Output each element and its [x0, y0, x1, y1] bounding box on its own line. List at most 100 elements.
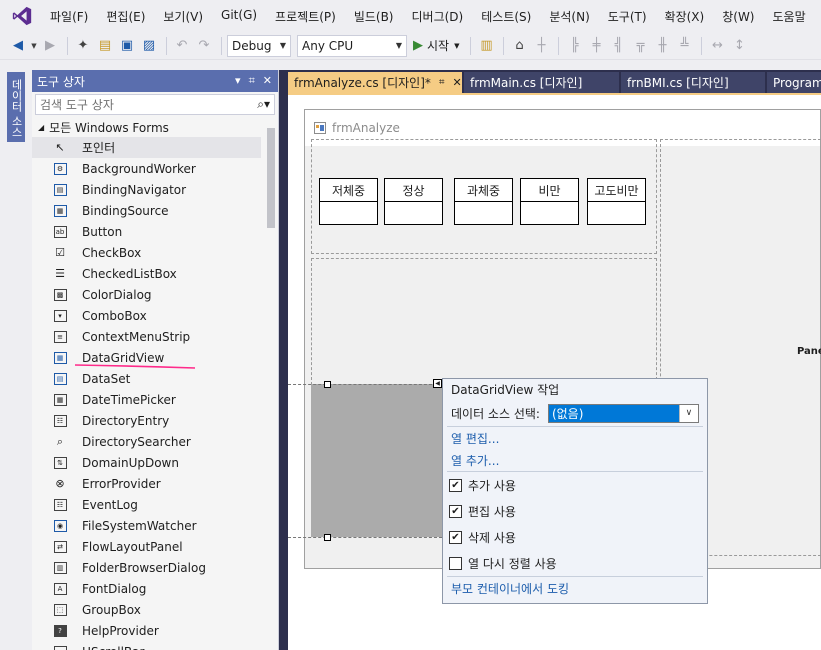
- toolbox-item-bindingsource[interactable]: ▦ BindingSource: [32, 200, 278, 221]
- menu-item[interactable]: 보기(V): [154, 8, 212, 25]
- document-tab[interactable]: frnBMI.cs [디자인]: [621, 72, 765, 93]
- close-icon[interactable]: ✕: [453, 76, 462, 89]
- same-height-icon[interactable]: ↕: [729, 36, 749, 56]
- toolbox-item-backgroundworker[interactable]: ⚙ BackgroundWorker: [32, 158, 278, 179]
- toolbox-item-contextmenustrip[interactable]: ≡ ContextMenuStrip: [32, 326, 278, 347]
- popup-option[interactable]: ✔ 삭제 사용: [443, 524, 707, 550]
- category-box[interactable]: 정상: [384, 178, 443, 225]
- toolbox-item-pointer[interactable]: ↖ 포인터: [32, 137, 261, 158]
- menu-item[interactable]: 창(W): [713, 8, 763, 25]
- document-tab[interactable]: Program.: [767, 72, 821, 93]
- start-button[interactable]: ▶ 시작 ▼: [413, 37, 459, 54]
- category-box[interactable]: 비만: [520, 178, 579, 225]
- category-box[interactable]: 고도비만: [587, 178, 646, 225]
- toolbox-scrollbar[interactable]: [265, 118, 277, 650]
- popup-option[interactable]: 열 다시 정렬 사용: [443, 550, 707, 576]
- resize-handle[interactable]: [324, 534, 331, 541]
- toolbox-item-flowlayoutpanel[interactable]: ⇄ FlowLayoutPanel: [32, 536, 278, 557]
- align-middle-icon[interactable]: ╫: [652, 36, 672, 56]
- window-position-icon[interactable]: ▾: [235, 74, 241, 88]
- menu-item[interactable]: 도움말: [764, 8, 815, 25]
- category-box[interactable]: 저체중: [319, 178, 378, 225]
- back-icon[interactable]: ◀: [8, 36, 28, 56]
- menu-item[interactable]: 분석(N): [540, 8, 598, 25]
- pin-icon[interactable]: ⌗: [439, 77, 445, 88]
- scrollbar-thumb[interactable]: [267, 128, 275, 228]
- toolbox-item-directorysearcher[interactable]: ⌕ DirectorySearcher: [32, 431, 278, 452]
- toolbox-item-bindingnavigator[interactable]: ▤ BindingNavigator: [32, 179, 278, 200]
- align-left-icon[interactable]: ╠: [564, 36, 584, 56]
- pin-icon[interactable]: ⌗: [249, 74, 255, 88]
- align-bottom-icon[interactable]: ╩: [674, 36, 694, 56]
- toolbox-item-combobox[interactable]: ▾ ComboBox: [32, 305, 278, 326]
- toolbox-item-helpprovider[interactable]: ? HelpProvider: [32, 620, 278, 641]
- toolbox-item-errorprovider[interactable]: ⊗ ErrorProvider: [32, 473, 278, 494]
- toolbox-item-folderbrowserdialog[interactable]: ▥ FolderBrowserDialog: [32, 557, 278, 578]
- category-value-field[interactable]: [587, 202, 646, 225]
- toolbox-item-filesystemwatcher[interactable]: ◉ FileSystemWatcher: [32, 515, 278, 536]
- document-tab[interactable]: frmAnalyze.cs [디자인]* ⌗ ✕: [288, 72, 462, 93]
- save-all-icon[interactable]: ▨: [139, 36, 159, 56]
- toolbox-item-hscrollbar[interactable]: ↔ HScrollBar: [32, 641, 278, 650]
- category-value-field[interactable]: [454, 202, 513, 225]
- toolbox-item-colordialog[interactable]: ▩ ColorDialog: [32, 284, 278, 305]
- visual-studio-logo-icon[interactable]: [11, 5, 33, 27]
- menu-item[interactable]: 빌드(B): [345, 8, 403, 25]
- folder-icon[interactable]: ▥: [476, 36, 496, 56]
- checkbox-checked-icon[interactable]: ✔: [449, 478, 462, 492]
- smart-tag-glyph[interactable]: ◀: [433, 379, 442, 388]
- new-project-icon[interactable]: ✦: [73, 36, 93, 56]
- chevron-down-icon[interactable]: ∨: [678, 404, 698, 422]
- menu-item[interactable]: 디버그(D): [403, 8, 473, 25]
- align-right-icon[interactable]: ╣: [608, 36, 628, 56]
- open-folder-icon[interactable]: ▤: [95, 36, 115, 56]
- menu-item[interactable]: 테스트(S): [472, 8, 540, 25]
- align-grid-icon[interactable]: ┼: [531, 36, 551, 56]
- menu-item[interactable]: 파일(F): [41, 8, 97, 25]
- menu-item[interactable]: 확장(X): [656, 8, 714, 25]
- toolbox-search-input[interactable]: 검색 도구 상자 ⌕▾: [35, 94, 275, 115]
- toolbox-item-groupbox[interactable]: ⬚ GroupBox: [32, 599, 278, 620]
- data-sources-tab[interactable]: 데이터 소스: [7, 72, 25, 142]
- toolbox-item-checkbox[interactable]: ☑ CheckBox: [32, 242, 278, 263]
- category-value-field[interactable]: [384, 202, 443, 225]
- search-icon[interactable]: ⌕▾: [257, 97, 270, 112]
- toolbox-group-header[interactable]: ◢ 모든 Windows Forms: [32, 117, 278, 137]
- popup-option[interactable]: ✔ 편집 사용: [443, 498, 707, 524]
- toolbox-item-button[interactable]: ab Button: [32, 221, 278, 242]
- toolbox-item-checkedlistbox[interactable]: ☰ CheckedListBox: [32, 263, 278, 284]
- checkbox-checked-icon[interactable]: ✔: [449, 504, 462, 518]
- content-panel[interactable]: [311, 258, 657, 385]
- menu-item[interactable]: 도구(T): [599, 8, 656, 25]
- align-center-icon[interactable]: ╪: [586, 36, 606, 56]
- align-top-icon[interactable]: ╦: [630, 36, 650, 56]
- datasource-select[interactable]: (없음) ∨: [547, 403, 699, 423]
- redo-icon[interactable]: ↷: [194, 36, 214, 56]
- toolbox-item-eventlog[interactable]: ☷ EventLog: [32, 494, 278, 515]
- add-column-link[interactable]: 열 추가...: [443, 449, 707, 471]
- toolbox-item-fontdialog[interactable]: A FontDialog: [32, 578, 278, 599]
- solution-config-dropdown[interactable]: Debug ▼: [227, 34, 291, 57]
- dock-parent-link[interactable]: 부모 컨테이너에서 도킹: [443, 577, 707, 599]
- close-icon[interactable]: ✕: [263, 74, 272, 88]
- category-value-field[interactable]: [319, 202, 378, 225]
- home-icon[interactable]: ⌂: [509, 36, 529, 56]
- resize-handle[interactable]: [324, 381, 331, 388]
- category-box[interactable]: 과체중: [454, 178, 513, 225]
- chevron-down-icon[interactable]: ▼: [30, 36, 38, 56]
- menu-item[interactable]: Git(G): [212, 8, 266, 25]
- same-width-icon[interactable]: ↔: [707, 36, 727, 56]
- document-tab[interactable]: frmMain.cs [디자인]: [464, 72, 619, 93]
- forward-icon[interactable]: ▶: [40, 36, 60, 56]
- undo-icon[interactable]: ↶: [172, 36, 192, 56]
- checkbox-unchecked-icon[interactable]: [449, 556, 462, 570]
- toolbox-item-datetimepicker[interactable]: ▦ DateTimePicker: [32, 389, 278, 410]
- toolbox-item-directoryentry[interactable]: ☷ DirectoryEntry: [32, 410, 278, 431]
- popup-option[interactable]: ✔ 추가 사용: [443, 472, 707, 498]
- datagridview-control[interactable]: [311, 384, 444, 537]
- platform-dropdown[interactable]: Any CPU ▼: [297, 34, 407, 57]
- edit-columns-link[interactable]: 열 편집...: [443, 427, 707, 449]
- toolbox-item-domainupdown[interactable]: ⇅ DomainUpDown: [32, 452, 278, 473]
- menu-item[interactable]: 편집(E): [97, 8, 154, 25]
- menu-item[interactable]: 프로젝트(P): [266, 8, 345, 25]
